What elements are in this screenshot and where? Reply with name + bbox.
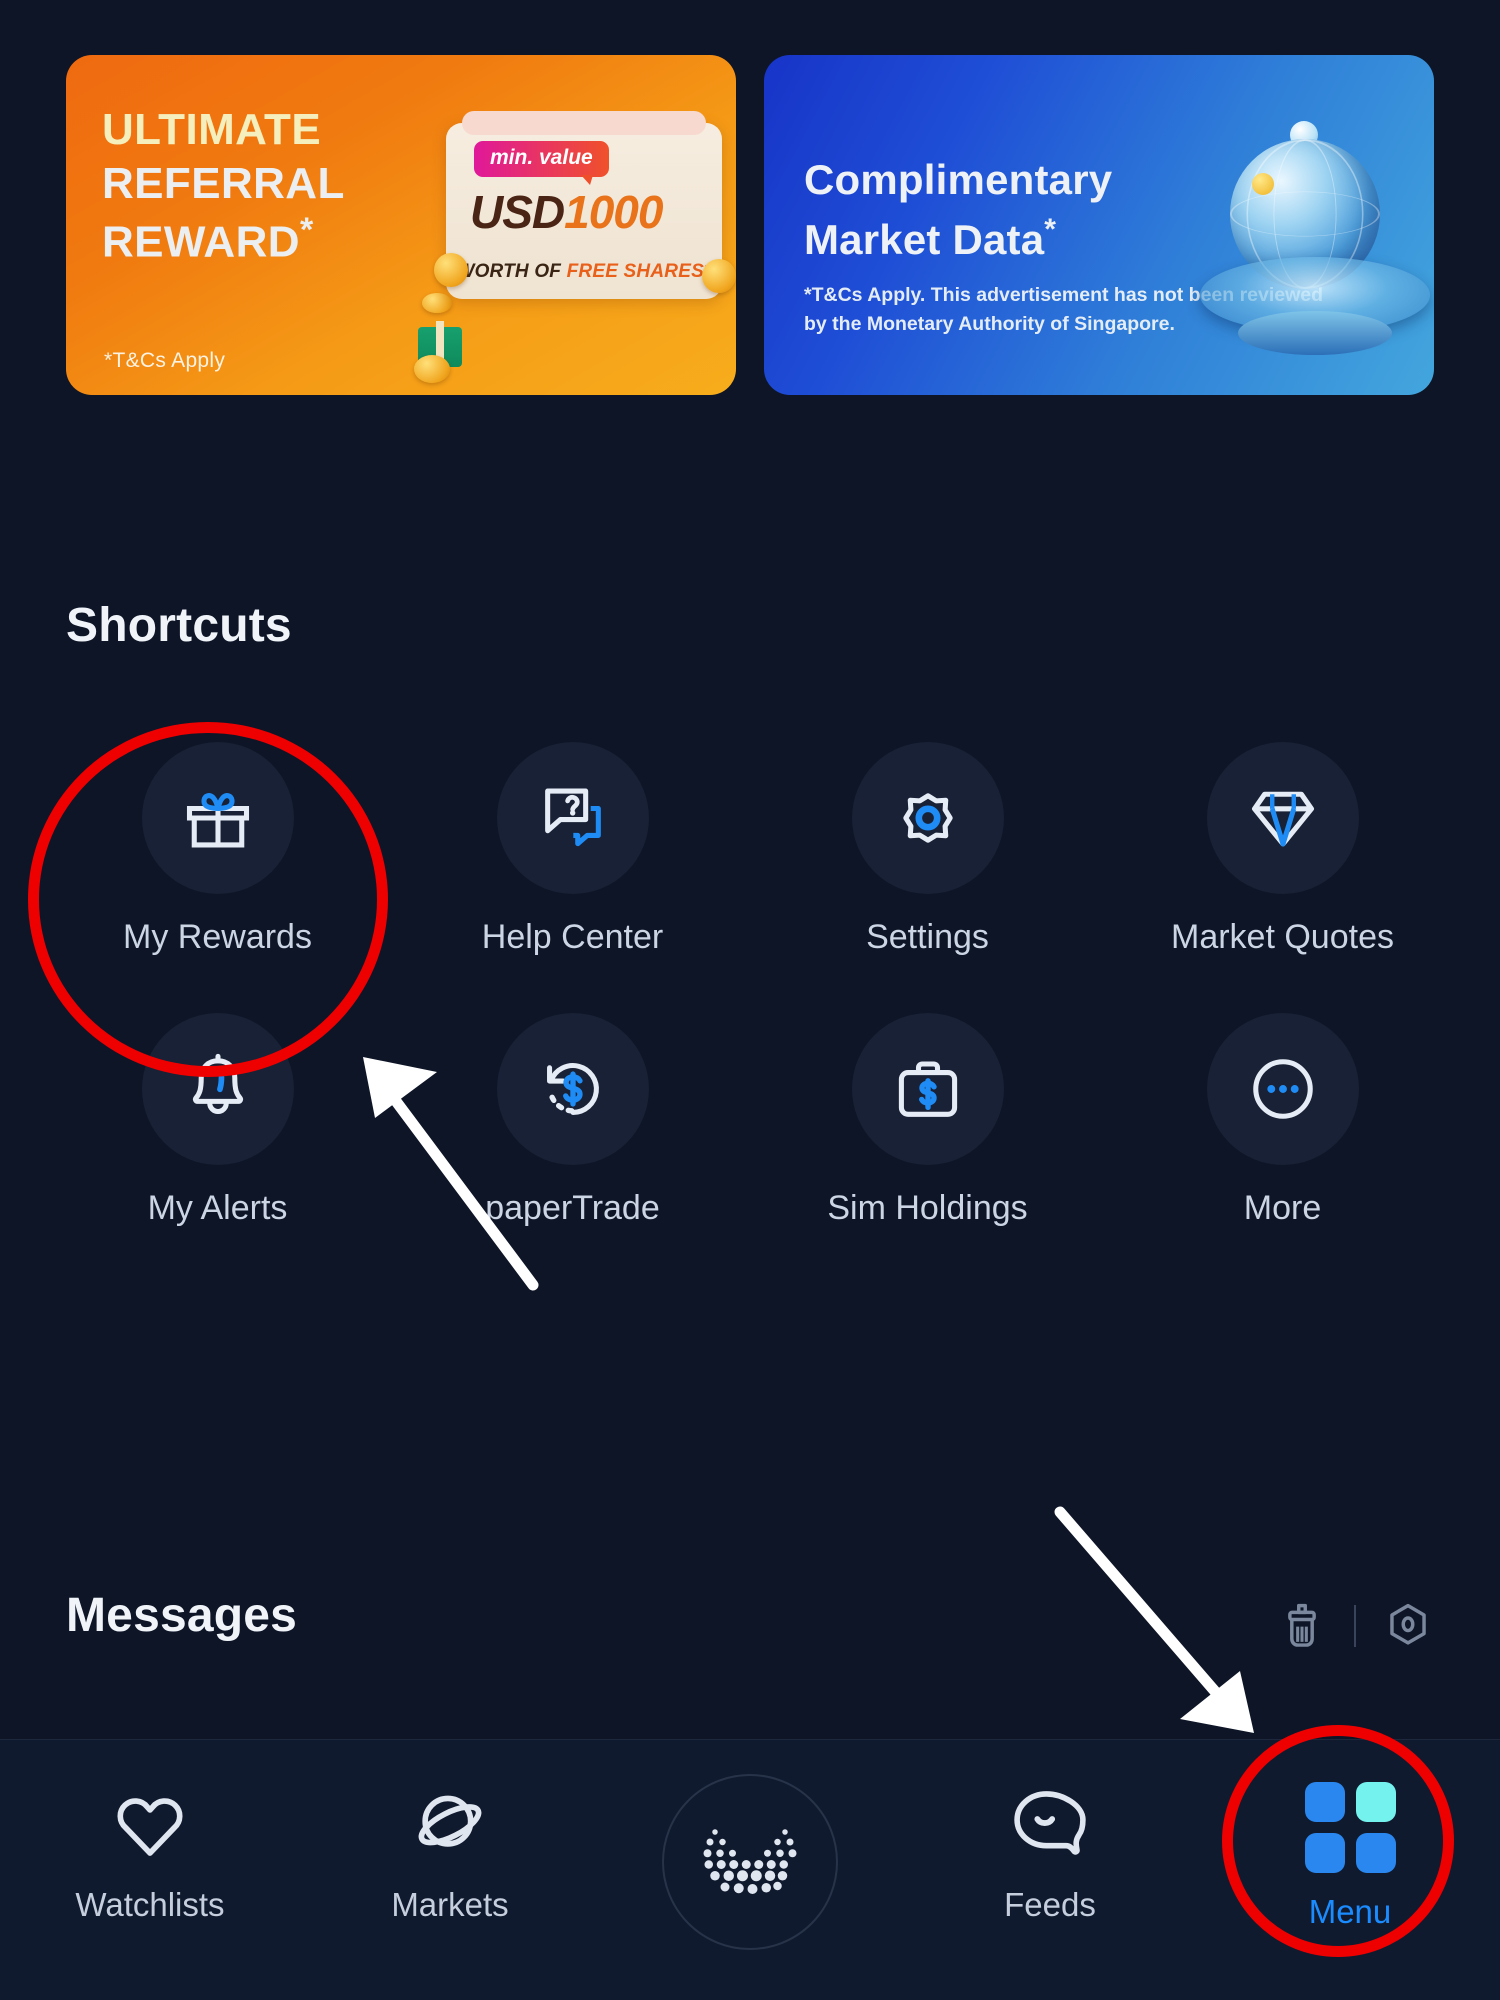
- messages-actions: [1276, 1600, 1434, 1652]
- promo-market-line2-wrap: Market Data*: [804, 209, 1112, 269]
- globe-illustration-icon: [1194, 115, 1434, 365]
- shortcut-icon-wrap: [1206, 742, 1359, 894]
- briefcase-dollar-icon: [898, 1061, 957, 1117]
- grid-square-bottom-right: [1355, 1833, 1396, 1873]
- promo-referral-line3-text: REWARD: [102, 218, 300, 267]
- nav-item-watchlists[interactable]: Watchlists: [0, 1740, 300, 2000]
- shortcut-more[interactable]: More: [1105, 1013, 1460, 1228]
- settings-hex-icon[interactable]: [1382, 1600, 1434, 1652]
- grid-square-top-left: [1304, 1782, 1345, 1822]
- heart-icon: [117, 1798, 183, 1856]
- promo-referral-line2: REFERRAL: [102, 158, 345, 208]
- promo-card-market-data[interactable]: Complimentary Market Data* *T&Cs Apply. …: [764, 55, 1434, 395]
- shortcut-settings[interactable]: Settings: [750, 742, 1105, 957]
- nav-item-moomoo-home[interactable]: [600, 1740, 900, 2000]
- nav-item-feeds[interactable]: Feeds: [900, 1740, 1200, 2000]
- gear-icon: [902, 793, 953, 843]
- moomoo-center-button[interactable]: [662, 1774, 838, 1950]
- messages-section-title: Messages: [66, 1589, 298, 1642]
- shortcut-label: More: [1243, 1189, 1322, 1227]
- promo-market-headline: Complimentary Market Data*: [804, 151, 1112, 269]
- voucher-amount: USD1000: [470, 185, 663, 239]
- shortcuts-grid: My Rewards Help Center Settings Market Q…: [40, 742, 1460, 1228]
- diamond-icon: [1251, 791, 1314, 847]
- coin-decoration-4: [702, 259, 736, 293]
- coin-decoration-2: [414, 355, 450, 383]
- shortcut-icon-wrap: [1206, 1013, 1359, 1165]
- nav-label: Menu: [1308, 1893, 1392, 1930]
- globe-equator: [1230, 191, 1380, 237]
- ellipsis-circle-icon: [1252, 1059, 1313, 1119]
- grid-squares-icon: [1304, 1782, 1396, 1873]
- shortcut-sim-holdings[interactable]: Sim Holdings: [750, 1013, 1105, 1228]
- grid-square-top-right: [1355, 1782, 1396, 1822]
- globe-base: [1238, 311, 1392, 355]
- nav-item-markets[interactable]: Markets: [300, 1740, 600, 2000]
- promo-referral-asterisk: *: [299, 211, 314, 250]
- broom-clean-icon[interactable]: [1276, 1600, 1328, 1652]
- shortcut-market-quotes[interactable]: Market Quotes: [1105, 742, 1460, 957]
- shortcut-icon-wrap: [141, 742, 294, 894]
- nav-label: Watchlists: [75, 1886, 225, 1923]
- speech-smile-icon: [1014, 1791, 1086, 1855]
- nav-item-menu[interactable]: Menu: [1200, 1740, 1500, 2000]
- nav-label: Markets: [391, 1886, 509, 1923]
- promo-market-line1: Complimentary: [804, 156, 1113, 203]
- voucher-worth-text: WORTH OF FREE SHARES*: [446, 261, 722, 283]
- promo-referral-headline: ULTIMATE REFERRAL REWARD*: [102, 103, 345, 270]
- voucher-min-value-tag: min. value: [474, 141, 609, 185]
- shortcut-label: Settings: [866, 918, 989, 956]
- coin-decoration-1: [422, 293, 452, 313]
- voucher-amount-currency: USD: [470, 186, 565, 238]
- nav-label: Feeds: [1004, 1886, 1096, 1923]
- planet-icon: [418, 1795, 482, 1847]
- promo-referral-line3: REWARD*: [102, 210, 345, 269]
- shortcut-my-rewards[interactable]: My Rewards: [40, 742, 395, 957]
- messages-action-divider: [1354, 1605, 1356, 1647]
- question-chat-icon: [544, 788, 601, 847]
- voucher-worth-highlight: FREE SHARES: [566, 261, 704, 282]
- shortcut-label: Help Center: [481, 918, 664, 956]
- promo-card-referral-reward[interactable]: ULTIMATE REFERRAL REWARD* *T&Cs Apply mi…: [66, 55, 736, 395]
- shortcut-label: My Alerts: [147, 1189, 288, 1227]
- shortcut-label: My Rewards: [123, 918, 312, 956]
- shortcut-my-alerts[interactable]: My Alerts: [40, 1013, 395, 1228]
- shortcut-help-center[interactable]: Help Center: [395, 742, 750, 957]
- bottom-navigation-bar: Watchlists Markets Feeds Menu: [0, 1739, 1500, 2000]
- shortcut-icon-wrap: [851, 1013, 1004, 1165]
- shortcuts-section-title: Shortcuts: [66, 599, 292, 652]
- voucher-card: min. value USD1000 WORTH OF FREE SHARES*: [434, 111, 736, 299]
- grid-square-bottom-left: [1304, 1833, 1345, 1873]
- shortcut-icon-wrap: [851, 742, 1004, 894]
- promo-market-asterisk: *: [1044, 212, 1057, 246]
- globe-yellow-dot: [1252, 173, 1274, 195]
- shortcut-icon-wrap: [496, 742, 649, 894]
- moomoo-dots-icon: [703, 1829, 797, 1894]
- dollar-refresh-icon: [546, 1063, 599, 1115]
- promo-market-line2: Market Data: [804, 215, 1045, 263]
- coin-decoration-3: [434, 253, 468, 287]
- shortcut-icon-wrap: [141, 1013, 294, 1165]
- gift-icon: [186, 793, 249, 848]
- shortcut-label: Market Quotes: [1171, 918, 1394, 956]
- bell-icon: [192, 1053, 243, 1114]
- shortcut-icon-wrap: [496, 1013, 649, 1165]
- promo-referral-line1: ULTIMATE: [102, 105, 322, 154]
- shortcut-label: paperTrade: [485, 1189, 660, 1227]
- annotation-arrow-to-menu: [1054, 1506, 1254, 1733]
- shortcut-label: Sim Holdings: [827, 1189, 1028, 1227]
- voucher-amount-number: 1000: [564, 186, 663, 238]
- voucher-worth-prefix: WORTH OF: [456, 261, 567, 282]
- shortcut-papertrade[interactable]: paperTrade: [395, 1013, 750, 1228]
- promo-banner-row: ULTIMATE REFERRAL REWARD* *T&Cs Apply mi…: [0, 55, 1500, 395]
- promo-referral-tcs: *T&Cs Apply: [104, 349, 226, 372]
